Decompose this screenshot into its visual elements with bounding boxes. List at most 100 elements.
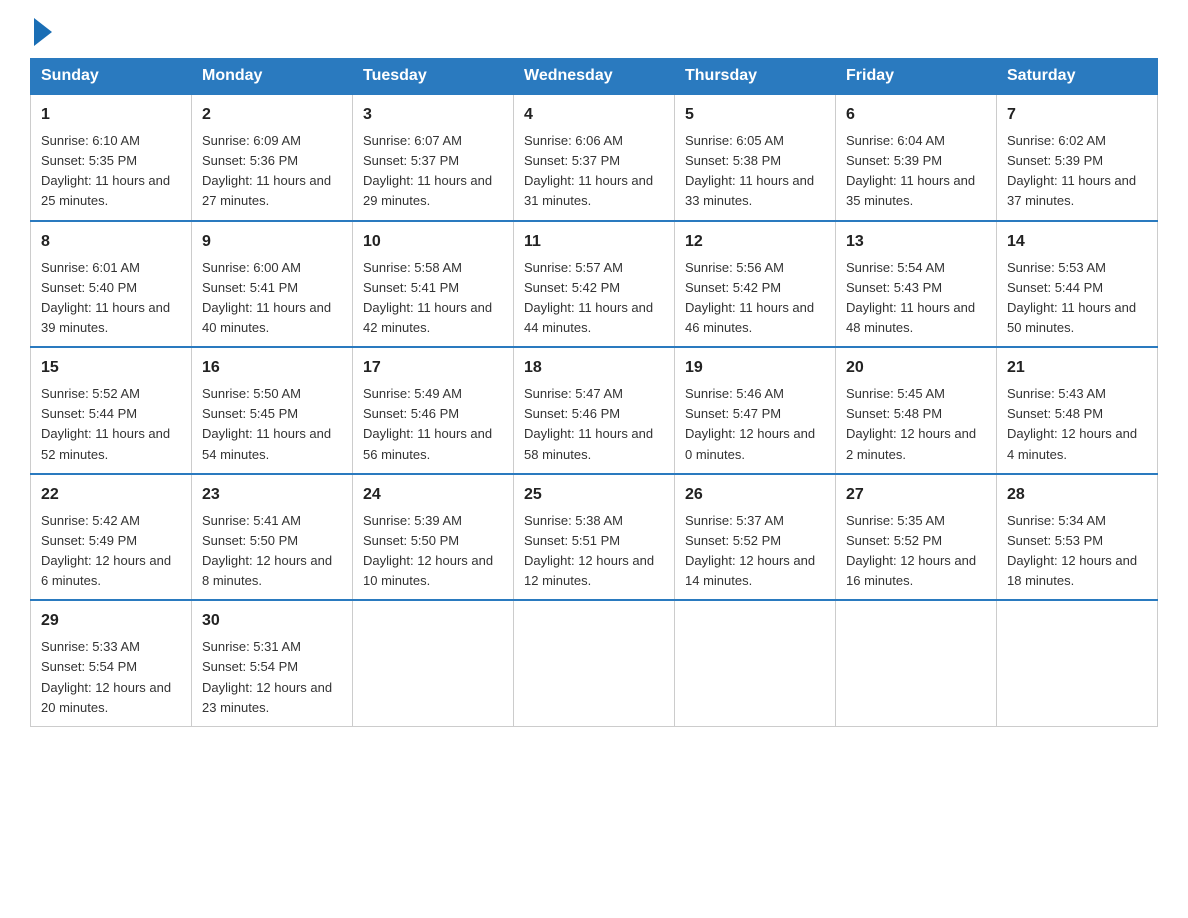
day-number: 13 — [846, 230, 986, 254]
calendar-table: SundayMondayTuesdayWednesdayThursdayFrid… — [30, 58, 1158, 727]
day-info: Sunrise: 5:41 AMSunset: 5:50 PMDaylight:… — [202, 511, 342, 592]
day-info: Sunrise: 5:35 AMSunset: 5:52 PMDaylight:… — [846, 511, 986, 592]
calendar-header-friday: Friday — [836, 59, 997, 95]
calendar-cell: 25Sunrise: 5:38 AMSunset: 5:51 PMDayligh… — [514, 474, 675, 601]
calendar-cell: 29 Sunrise: 5:33 AMSunset: 5:54 PMDayligh… — [31, 600, 192, 726]
day-number: 10 — [363, 230, 503, 254]
day-number: 27 — [846, 483, 986, 507]
day-info: Sunrise: 6:01 AMSunset: 5:40 PMDaylight:… — [41, 258, 181, 339]
day-info: Sunrise: 5:34 AMSunset: 5:53 PMDaylight:… — [1007, 511, 1147, 592]
day-info: Sunrise: 6:05 AMSunset: 5:38 PMDaylight:… — [685, 131, 825, 212]
calendar-cell: 21 Sunrise: 5:43 AMSunset: 5:48 PMDayligh… — [997, 347, 1158, 474]
calendar-cell: 18Sunrise: 5:47 AMSunset: 5:46 PMDayligh… — [514, 347, 675, 474]
calendar-week-1: 1 Sunrise: 6:10 AMSunset: 5:35 PMDaylight… — [31, 94, 1158, 221]
day-number: 14 — [1007, 230, 1147, 254]
calendar-cell: 7 Sunrise: 6:02 AMSunset: 5:39 PMDaylight… — [997, 94, 1158, 221]
calendar-cell: 4 Sunrise: 6:06 AMSunset: 5:37 PMDaylight… — [514, 94, 675, 221]
day-info: Sunrise: 5:45 AMSunset: 5:48 PMDaylight:… — [846, 384, 986, 465]
calendar-cell: 20 Sunrise: 5:45 AMSunset: 5:48 PMDayligh… — [836, 347, 997, 474]
day-info: Sunrise: 6:02 AMSunset: 5:39 PMDaylight:… — [1007, 131, 1147, 212]
calendar-cell — [997, 600, 1158, 726]
calendar-cell — [353, 600, 514, 726]
day-info: Sunrise: 5:37 AMSunset: 5:52 PMDaylight:… — [685, 511, 825, 592]
day-info: Sunrise: 5:39 AMSunset: 5:50 PMDaylight:… — [363, 511, 503, 592]
day-number: 22 — [41, 483, 181, 507]
calendar-cell: 12Sunrise: 5:56 AMSunset: 5:42 PMDayligh… — [675, 221, 836, 348]
day-number: 1 — [41, 103, 181, 127]
day-number: 23 — [202, 483, 342, 507]
logo — [30, 20, 52, 48]
day-number: 8 — [41, 230, 181, 254]
day-number: 2 — [202, 103, 342, 127]
calendar-cell: 2 Sunrise: 6:09 AMSunset: 5:36 PMDaylight… — [192, 94, 353, 221]
day-info: Sunrise: 5:58 AMSunset: 5:41 PMDaylight:… — [363, 258, 503, 339]
calendar-cell: 8 Sunrise: 6:01 AMSunset: 5:40 PMDaylight… — [31, 221, 192, 348]
day-number: 16 — [202, 356, 342, 380]
calendar-cell — [675, 600, 836, 726]
day-number: 19 — [685, 356, 825, 380]
day-number: 7 — [1007, 103, 1147, 127]
calendar-header-thursday: Thursday — [675, 59, 836, 95]
day-number: 29 — [41, 609, 181, 633]
day-number: 30 — [202, 609, 342, 633]
calendar-header-wednesday: Wednesday — [514, 59, 675, 95]
day-number: 12 — [685, 230, 825, 254]
day-info: Sunrise: 5:54 AMSunset: 5:43 PMDaylight:… — [846, 258, 986, 339]
day-number: 26 — [685, 483, 825, 507]
calendar-cell: 13 Sunrise: 5:54 AMSunset: 5:43 PMDayligh… — [836, 221, 997, 348]
day-number: 11 — [524, 230, 664, 254]
calendar-week-5: 29 Sunrise: 5:33 AMSunset: 5:54 PMDayligh… — [31, 600, 1158, 726]
logo-arrow-icon — [34, 18, 52, 46]
calendar-cell: 3 Sunrise: 6:07 AMSunset: 5:37 PMDaylight… — [353, 94, 514, 221]
calendar-cell — [514, 600, 675, 726]
calendar-cell: 23 Sunrise: 5:41 AMSunset: 5:50 PMDayligh… — [192, 474, 353, 601]
day-number: 28 — [1007, 483, 1147, 507]
calendar-cell: 14 Sunrise: 5:53 AMSunset: 5:44 PMDayligh… — [997, 221, 1158, 348]
day-info: Sunrise: 6:04 AMSunset: 5:39 PMDaylight:… — [846, 131, 986, 212]
day-number: 5 — [685, 103, 825, 127]
calendar-cell: 26 Sunrise: 5:37 AMSunset: 5:52 PMDayligh… — [675, 474, 836, 601]
calendar-cell: 24 Sunrise: 5:39 AMSunset: 5:50 PMDayligh… — [353, 474, 514, 601]
day-number: 9 — [202, 230, 342, 254]
day-info: Sunrise: 6:00 AMSunset: 5:41 PMDaylight:… — [202, 258, 342, 339]
page-header — [30, 20, 1158, 48]
calendar-header-sunday: Sunday — [31, 59, 192, 95]
day-number: 24 — [363, 483, 503, 507]
calendar-cell: 15Sunrise: 5:52 AMSunset: 5:44 PMDayligh… — [31, 347, 192, 474]
calendar-week-4: 22 Sunrise: 5:42 AMSunset: 5:49 PMDayligh… — [31, 474, 1158, 601]
day-number: 21 — [1007, 356, 1147, 380]
day-info: Sunrise: 6:07 AMSunset: 5:37 PMDaylight:… — [363, 131, 503, 212]
day-number: 4 — [524, 103, 664, 127]
calendar-cell: 22 Sunrise: 5:42 AMSunset: 5:49 PMDayligh… — [31, 474, 192, 601]
calendar-header-tuesday: Tuesday — [353, 59, 514, 95]
calendar-cell: 1 Sunrise: 6:10 AMSunset: 5:35 PMDaylight… — [31, 94, 192, 221]
calendar-header-row: SundayMondayTuesdayWednesdayThursdayFrid… — [31, 59, 1158, 95]
calendar-cell: 16Sunrise: 5:50 AMSunset: 5:45 PMDayligh… — [192, 347, 353, 474]
calendar-cell: 19 Sunrise: 5:46 AMSunset: 5:47 PMDayligh… — [675, 347, 836, 474]
day-info: Sunrise: 5:38 AMSunset: 5:51 PMDaylight:… — [524, 511, 664, 592]
calendar-cell: 9 Sunrise: 6:00 AMSunset: 5:41 PMDaylight… — [192, 221, 353, 348]
calendar-header-monday: Monday — [192, 59, 353, 95]
day-number: 3 — [363, 103, 503, 127]
day-info: Sunrise: 5:49 AMSunset: 5:46 PMDaylight:… — [363, 384, 503, 465]
day-info: Sunrise: 5:57 AMSunset: 5:42 PMDaylight:… — [524, 258, 664, 339]
day-number: 6 — [846, 103, 986, 127]
day-info: Sunrise: 6:10 AMSunset: 5:35 PMDaylight:… — [41, 131, 181, 212]
day-info: Sunrise: 6:09 AMSunset: 5:36 PMDaylight:… — [202, 131, 342, 212]
calendar-cell — [836, 600, 997, 726]
day-number: 20 — [846, 356, 986, 380]
day-number: 15 — [41, 356, 181, 380]
day-info: Sunrise: 5:53 AMSunset: 5:44 PMDaylight:… — [1007, 258, 1147, 339]
day-info: Sunrise: 5:43 AMSunset: 5:48 PMDaylight:… — [1007, 384, 1147, 465]
calendar-cell: 28 Sunrise: 5:34 AMSunset: 5:53 PMDayligh… — [997, 474, 1158, 601]
day-info: Sunrise: 5:42 AMSunset: 5:49 PMDaylight:… — [41, 511, 181, 592]
day-number: 18 — [524, 356, 664, 380]
calendar-week-3: 15Sunrise: 5:52 AMSunset: 5:44 PMDayligh… — [31, 347, 1158, 474]
day-number: 17 — [363, 356, 503, 380]
calendar-cell: 30 Sunrise: 5:31 AMSunset: 5:54 PMDayligh… — [192, 600, 353, 726]
day-info: Sunrise: 5:31 AMSunset: 5:54 PMDaylight:… — [202, 637, 342, 718]
day-info: Sunrise: 6:06 AMSunset: 5:37 PMDaylight:… — [524, 131, 664, 212]
day-info: Sunrise: 5:33 AMSunset: 5:54 PMDaylight:… — [41, 637, 181, 718]
calendar-cell: 10 Sunrise: 5:58 AMSunset: 5:41 PMDayligh… — [353, 221, 514, 348]
day-info: Sunrise: 5:46 AMSunset: 5:47 PMDaylight:… — [685, 384, 825, 465]
